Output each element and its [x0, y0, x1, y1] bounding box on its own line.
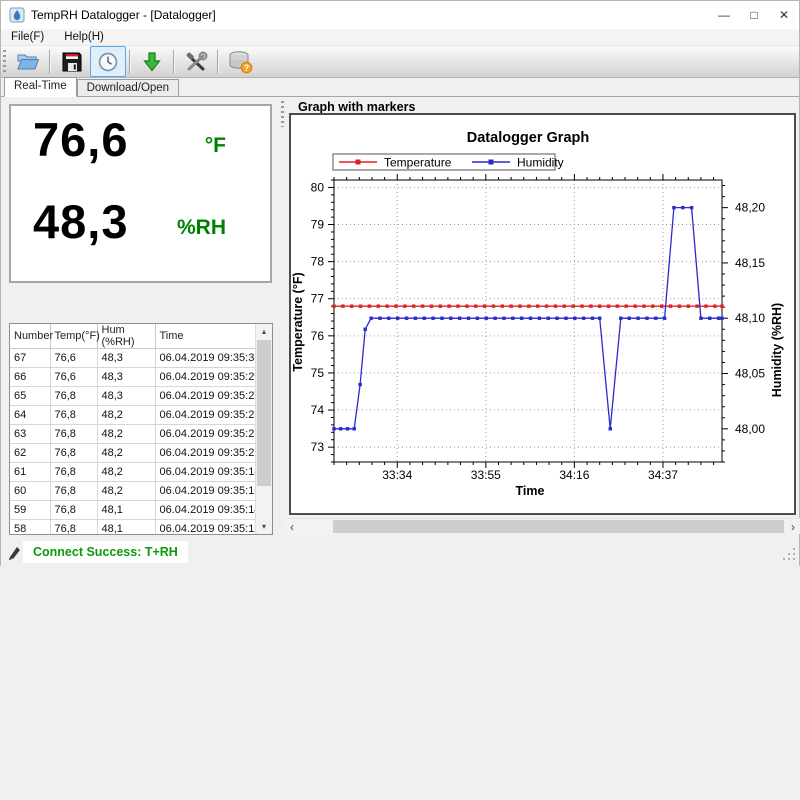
table-row[interactable]: 5876,848,106.04.2019 09:35:12 — [10, 520, 256, 535]
svg-text:33:34: 33:34 — [382, 468, 412, 482]
svg-text:34:37: 34:37 — [648, 468, 678, 482]
toolbar-separator — [49, 50, 51, 74]
svg-text:48,00: 48,00 — [735, 422, 765, 436]
col-hum[interactable]: Hum (%RH) — [97, 324, 155, 349]
svg-text:34:16: 34:16 — [559, 468, 589, 482]
download-arrow-icon — [141, 51, 163, 73]
table-header-row: Number Temp(°F) Hum (%RH) Time — [10, 324, 256, 349]
save-floppy-icon — [61, 51, 83, 73]
svg-text:33:55: 33:55 — [471, 468, 501, 482]
toolbar-separator — [173, 50, 175, 74]
svg-text:48,10: 48,10 — [735, 311, 765, 325]
svg-text:?: ? — [244, 63, 250, 73]
col-temp[interactable]: Temp(°F) — [50, 324, 97, 349]
toolbar-grip[interactable] — [3, 50, 6, 74]
humidity-unit: %RH — [177, 216, 226, 240]
table-row[interactable]: 6076,848,206.04.2019 09:35:16 — [10, 482, 256, 501]
log-table-panel: Number Temp(°F) Hum (%RH) Time 6776,648,… — [9, 323, 273, 535]
title-bar: TempRH Datalogger - [Datalogger] — □ ✕ — [1, 1, 799, 29]
temperature-value: 76,6 — [33, 112, 128, 167]
svg-text:Humidity: Humidity — [517, 156, 564, 170]
svg-text:48,05: 48,05 — [735, 367, 765, 381]
tab-real-time[interactable]: Real-Time — [4, 77, 77, 97]
log-table: Number Temp(°F) Hum (%RH) Time 6776,648,… — [10, 324, 256, 534]
hscrollbar-thumb[interactable] — [333, 520, 784, 533]
svg-text:79: 79 — [311, 218, 325, 232]
svg-text:73: 73 — [311, 440, 325, 454]
panel-splitter[interactable] — [281, 101, 284, 127]
settings-button[interactable] — [178, 46, 214, 77]
svg-text:Humidity (%RH): Humidity (%RH) — [770, 303, 784, 397]
svg-text:78: 78 — [311, 255, 325, 269]
toolbar-separator — [217, 50, 219, 74]
scrollbar-thumb[interactable] — [257, 340, 271, 486]
status-text: Connect Success: T+RH — [33, 545, 178, 559]
data-table-body: 6776,648,306.04.2019 09:35:316676,648,30… — [10, 349, 256, 535]
scroll-left-icon[interactable]: ‹ — [284, 519, 300, 534]
maximize-button[interactable]: □ — [739, 1, 769, 29]
svg-text:Time: Time — [516, 484, 545, 498]
svg-text:48,15: 48,15 — [735, 256, 765, 270]
download-data-button[interactable] — [134, 46, 170, 77]
graph-hscrollbar[interactable]: ‹ › — [284, 518, 800, 534]
connector-pen-icon — [8, 544, 22, 560]
toolbar: ? — [1, 45, 799, 78]
svg-text:Datalogger Graph: Datalogger Graph — [467, 130, 589, 146]
status-message-chip: Connect Success: T+RH — [23, 541, 188, 563]
svg-text:80: 80 — [311, 180, 325, 194]
scroll-up-icon[interactable]: ▴ — [256, 324, 272, 339]
save-button[interactable] — [54, 46, 90, 77]
table-row[interactable]: 5976,848,106.04.2019 09:35:14 — [10, 501, 256, 520]
folder-open-icon — [16, 51, 40, 73]
table-row[interactable]: 6476,848,206.04.2019 09:35:25 — [10, 406, 256, 425]
datalogger-chart: 73 74 75 76 77 78 79 80 48,00 48,05 48,10 48,15 48,2… — [291, 115, 794, 513]
scroll-right-icon[interactable]: › — [785, 519, 800, 534]
close-button[interactable]: ✕ — [769, 1, 799, 29]
temperature-unit: °F — [205, 134, 226, 158]
window-title: TempRH Datalogger - [Datalogger] — [31, 8, 216, 22]
menu-bar: File(F) Help(H) — [1, 29, 799, 45]
chart-panel: 73 74 75 76 77 78 79 80 48,00 48,05 48,10 48,15 48,2… — [289, 113, 796, 515]
app-window: TempRH Datalogger - [Datalogger] — □ ✕ F… — [0, 0, 800, 566]
time-sync-button[interactable] — [90, 46, 126, 77]
toolbar-separator — [129, 50, 131, 74]
table-row[interactable]: 6576,848,306.04.2019 09:35:27 — [10, 387, 256, 406]
tab-strip: Real-Time Download/Open — [1, 79, 799, 97]
minimize-button[interactable]: — — [709, 1, 739, 29]
tab-download-open[interactable]: Download/Open — [77, 79, 179, 96]
menu-help[interactable]: Help(H) — [64, 31, 104, 43]
svg-text:Temperature (°F): Temperature (°F) — [291, 272, 305, 371]
graph-panel-header: Graph with markers — [298, 100, 415, 114]
clock-icon — [97, 51, 119, 73]
svg-text:75: 75 — [311, 366, 325, 380]
col-number[interactable]: Number — [10, 324, 50, 349]
table-scrollbar[interactable]: ▴ ▾ — [255, 324, 272, 534]
table-row[interactable]: 6376,848,206.04.2019 09:35:23 — [10, 425, 256, 444]
app-logo-icon — [9, 7, 25, 23]
svg-text:76: 76 — [311, 329, 325, 343]
resize-grip[interactable] — [781, 548, 795, 562]
open-file-button[interactable] — [10, 46, 46, 77]
database-question-icon: ? — [227, 50, 253, 74]
table-row[interactable]: 6276,848,206.04.2019 09:35:21 — [10, 444, 256, 463]
svg-text:77: 77 — [311, 292, 325, 306]
data-help-button[interactable]: ? — [222, 46, 258, 77]
table-row[interactable]: 6176,848,206.04.2019 09:35:18 — [10, 463, 256, 482]
status-bar: Connect Success: T+RH — [1, 539, 799, 567]
table-row[interactable]: 6776,648,306.04.2019 09:35:31 — [10, 349, 256, 368]
svg-text:74: 74 — [311, 403, 325, 417]
scroll-down-icon[interactable]: ▾ — [256, 519, 272, 534]
menu-file[interactable]: File(F) — [11, 31, 44, 43]
humidity-value: 48,3 — [33, 194, 128, 249]
table-row[interactable]: 6676,648,306.04.2019 09:35:29 — [10, 368, 256, 387]
col-time[interactable]: Time — [155, 324, 256, 349]
tools-icon — [184, 51, 208, 73]
svg-text:Temperature: Temperature — [384, 156, 452, 170]
svg-text:48,20: 48,20 — [735, 201, 765, 215]
live-readout-panel: 76,6 °F 48,3 %RH — [9, 104, 272, 283]
